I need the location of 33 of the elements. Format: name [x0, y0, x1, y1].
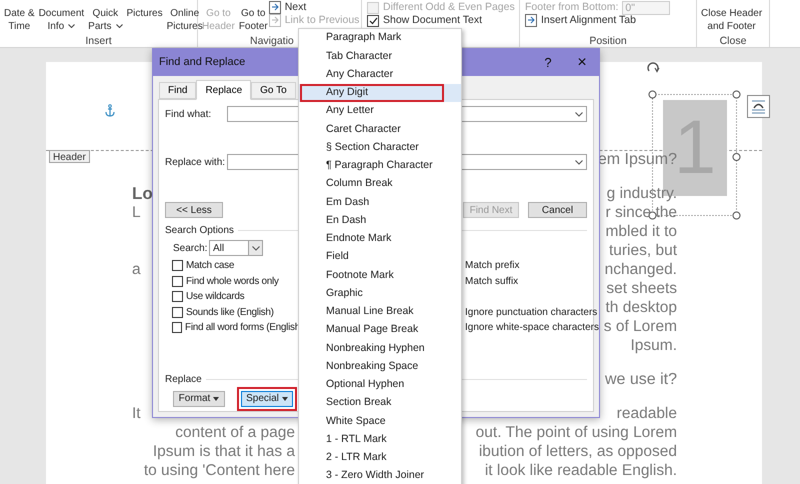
document-text: it look like readable English.	[484, 462, 677, 479]
ribbon-group-label: Position	[589, 35, 627, 47]
document-text: It	[132, 405, 141, 422]
document-text: nchanged.	[604, 261, 677, 278]
spin-label: Footer from Bottom:	[525, 0, 618, 15]
document-text: mbled it to	[605, 223, 677, 240]
document-text: to using 'Content here	[144, 462, 295, 479]
document-text: g industry.	[606, 185, 677, 202]
document-text: L	[132, 204, 141, 221]
document-text: set sheets	[606, 280, 677, 297]
document-text: content of a page	[175, 424, 295, 441]
dialog-title: Find and Replace	[159, 55, 246, 70]
document-text: Ipsum.	[630, 337, 677, 354]
document-text: r since the	[605, 204, 677, 221]
document-text: out. The point of using Lorem	[476, 424, 677, 441]
document-text: Lo	[132, 184, 153, 202]
search-label: Search:	[173, 242, 208, 256]
ribbon-group-label: Close	[720, 35, 746, 47]
document-text: Ipsum is that it has a	[152, 443, 295, 460]
section-label: Search Options	[165, 224, 234, 238]
document-text: s of Lorem	[604, 318, 677, 335]
document-text: readable	[616, 405, 677, 422]
document-text: we use it?	[604, 371, 677, 388]
header-tag: Header	[49, 150, 90, 163]
field-label: Find what:	[165, 108, 212, 122]
ribbon-group-label: Navigatio	[250, 35, 294, 47]
document-text: turies, but	[608, 242, 677, 259]
document-text: ibution of letters, as opposed	[478, 443, 677, 460]
document-text: th desktop	[605, 299, 677, 316]
document-text: a	[132, 261, 141, 278]
field-label: Replace with:	[165, 156, 226, 170]
ribbon-group-label: Insert	[85, 35, 112, 47]
section-label: Replace	[165, 373, 202, 387]
